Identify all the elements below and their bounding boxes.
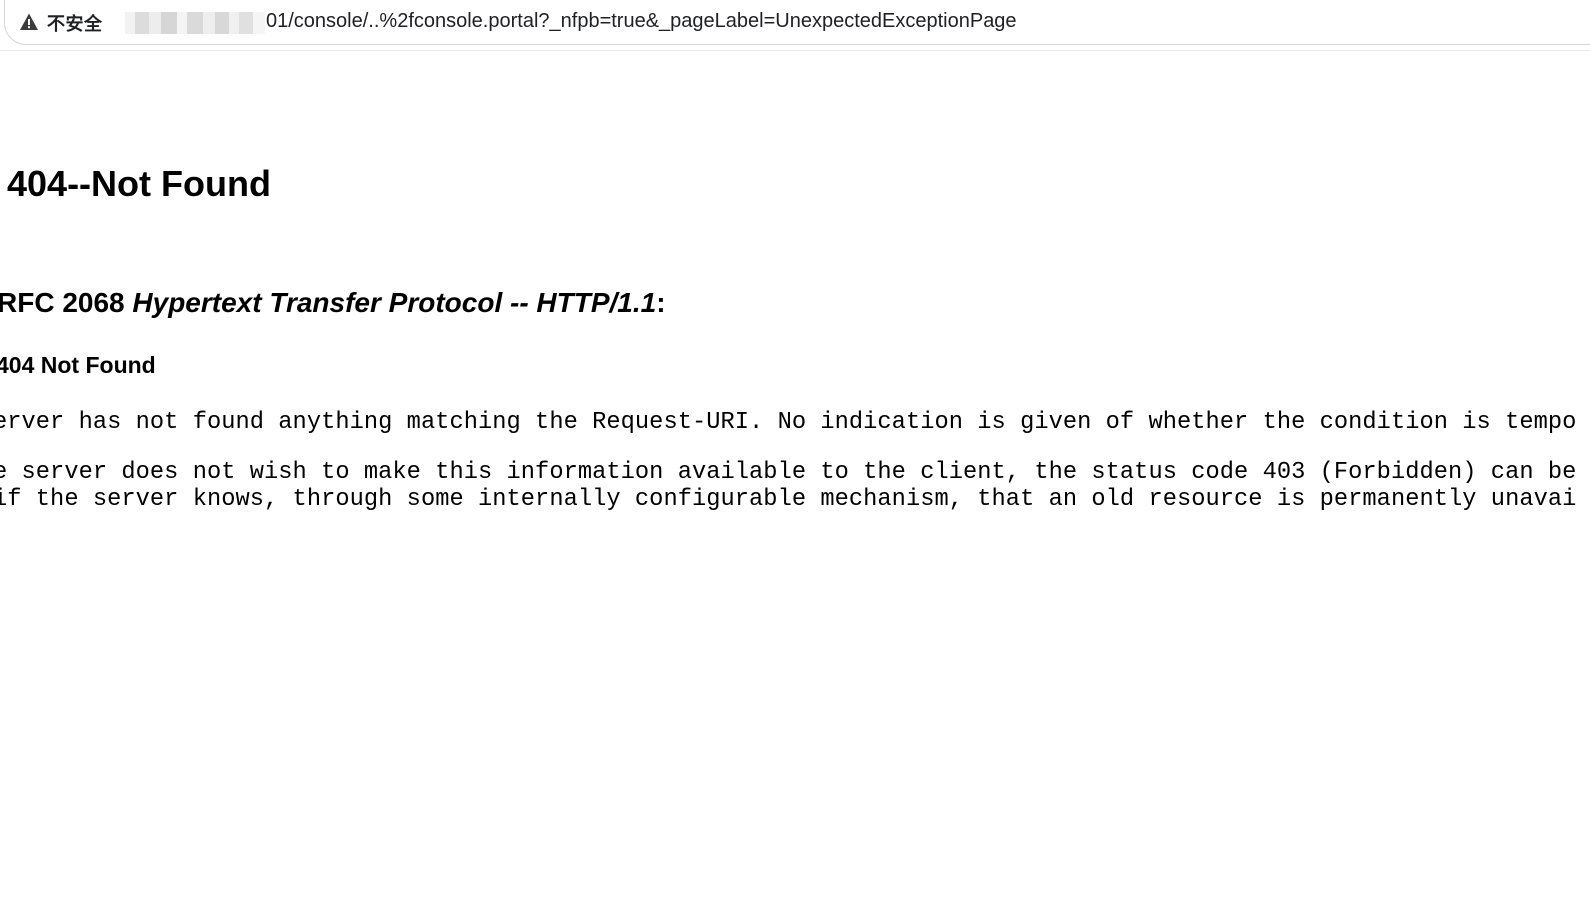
redacted-host [125,12,265,34]
description-paragraph-2-line-1: e server does not wish to make this info… [0,459,1577,486]
rfc-suffix: : [656,287,666,318]
address-bar[interactable]: 不安全 01/console/..%2fconsole.portal?_nfpb… [4,0,1590,45]
rfc-title: Hypertext Transfer Protocol -- HTTP/1.1 [132,287,657,318]
description-paragraph-1: erver has not found anything matching th… [0,409,1577,436]
page-title: 404--Not Found [7,163,271,204]
warning-triangle-icon [20,13,38,30]
description-paragraph-2-line-2: if the server knows, through some intern… [0,486,1577,513]
rfc-heading: RFC 2068 Hypertext Transfer Protocol -- … [0,287,666,319]
security-status-label[interactable]: 不安全 [47,10,103,36]
rfc-prefix: RFC 2068 [0,287,133,318]
page-content: 404--Not Found RFC 2068 Hypertext Transf… [0,51,1590,924]
url-text[interactable]: 01/console/..%2fconsole.portal?_nfpb=tru… [266,10,1017,33]
status-code-heading: 404 Not Found [0,352,156,378]
